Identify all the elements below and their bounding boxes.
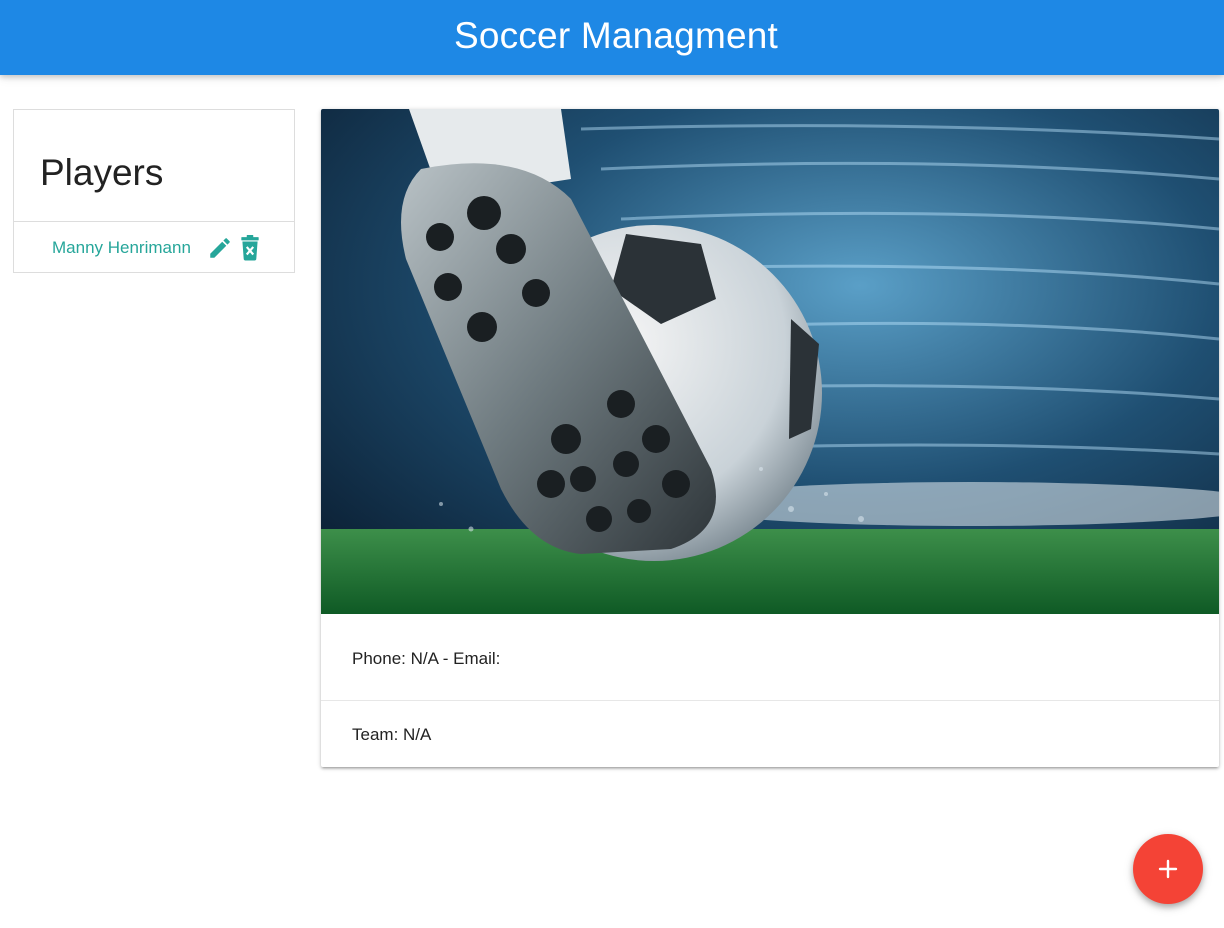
team-info: Team: N/A xyxy=(352,725,432,744)
players-header: Players xyxy=(14,110,294,222)
player-card: Phone: N/A - Email: Team: N/A xyxy=(321,109,1219,767)
plus-icon xyxy=(1158,859,1178,879)
add-player-button[interactable] xyxy=(1133,834,1203,904)
top-navbar: Soccer Managment xyxy=(0,0,1224,75)
pencil-icon[interactable] xyxy=(207,235,233,261)
contact-info: Phone: N/A - Email: xyxy=(321,614,1219,701)
players-title: Players xyxy=(40,152,164,193)
players-panel: Players Manny Henrimann xyxy=(13,109,295,273)
app-title[interactable]: Soccer Managment xyxy=(454,15,778,57)
player-name-link[interactable]: Manny Henrimann xyxy=(52,238,191,258)
player-list-item[interactable]: Manny Henrimann xyxy=(14,222,294,273)
trash-x-icon[interactable] xyxy=(239,234,261,261)
soccer-photo xyxy=(321,109,1219,614)
